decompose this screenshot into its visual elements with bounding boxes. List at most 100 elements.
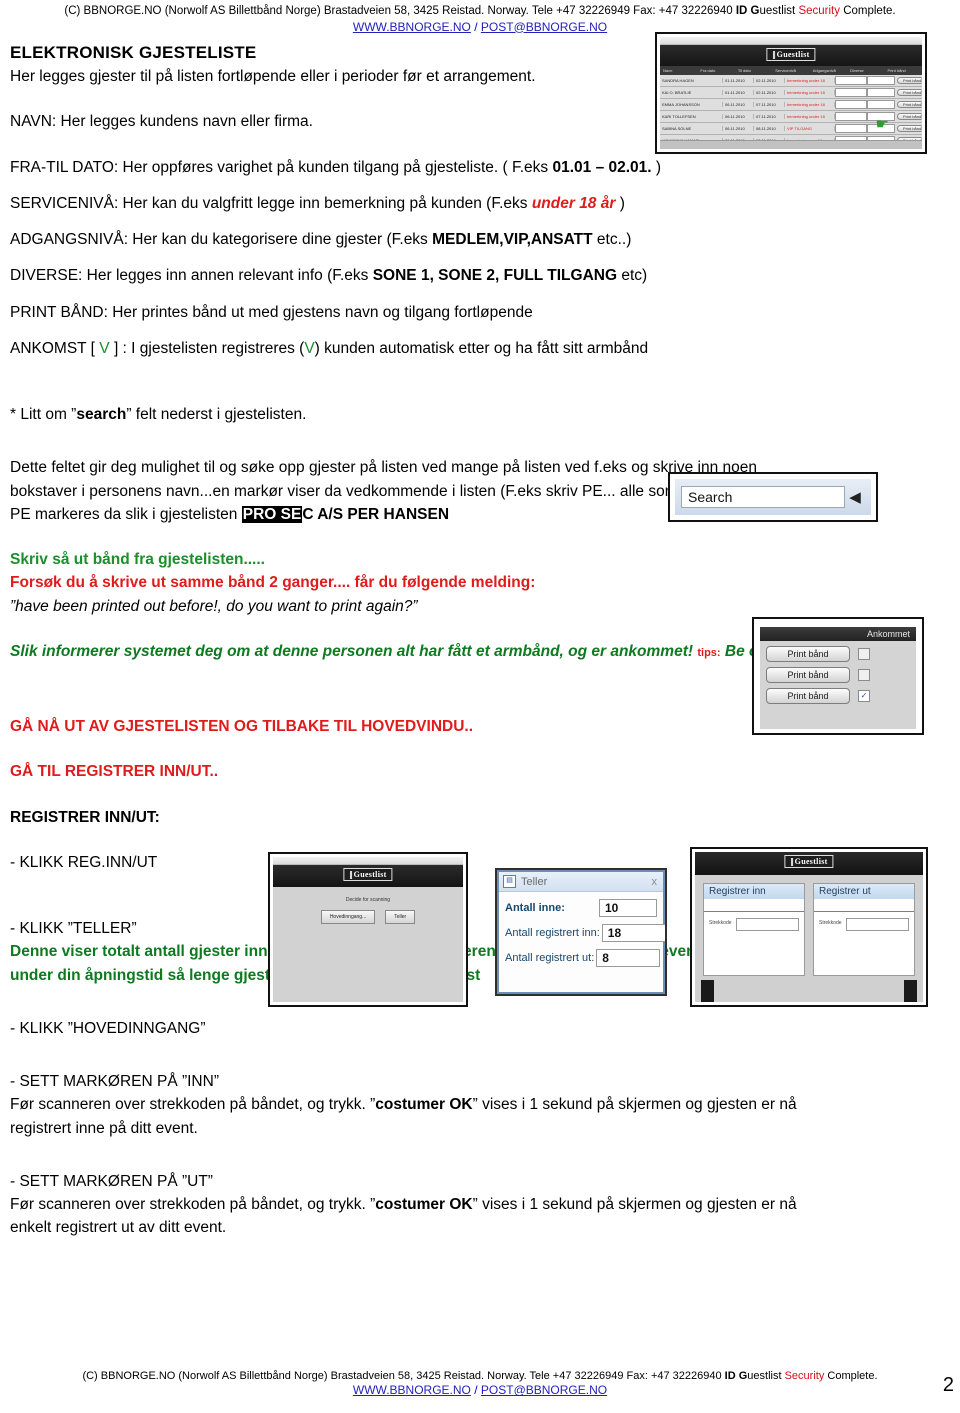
print-band-button[interactable]: Print bånd — [897, 77, 921, 84]
cell-navn: KARI TOLLEFSEN — [660, 114, 723, 119]
table-row[interactable]: SANDRA HAGEN 01.11.2010 02.11.2010 bemerkni… — [660, 75, 922, 87]
ankomst-text: ANKOMST [ V ] : I gjestelisten registrer… — [10, 337, 950, 360]
register-inn-title: Registrer inn — [704, 884, 804, 900]
antall-registrert-ut-value: 8 — [596, 949, 661, 967]
search-highlight: PRO SE — [241, 505, 303, 523]
cell-diverse-select[interactable] — [867, 76, 895, 85]
hovedinngang-window: ||| Guestlist Decide for scanning Hovedin… — [273, 857, 463, 1002]
melding-text: ”have been printed out before!, do you w… — [10, 597, 418, 615]
cell-servicenivaa: bemerkning under 18 — [785, 78, 835, 83]
cell-servicenivaa: bemerkning under 18 — [785, 114, 835, 119]
search-prev-arrow-icon[interactable]: ◀ — [845, 488, 865, 506]
search-para-l3-post: C A/S PER HANSEN — [302, 505, 450, 523]
tips-label: tips: — [697, 646, 721, 659]
footer-copyright: (C) BBNORGE.NO (Norwolf AS Billettbånd N… — [82, 1369, 725, 1382]
cell-adgangsnivaa-select[interactable] — [835, 100, 867, 109]
printband-text: PRINT BÅND: Her printes bånd ut med gjes… — [10, 303, 533, 321]
ankommet-checkbox-checked[interactable]: ✓ — [858, 690, 870, 702]
print-band-widget: Ankommet Print bånd Print bånd Print bån… — [760, 627, 916, 729]
window-titlebar — [273, 857, 463, 865]
ankomst-c: ) kunden automatisk etter og ha fått sit… — [314, 339, 649, 357]
cell-adgangsnivaa-select[interactable] — [835, 124, 867, 133]
hovedinngang-body: Decide for scanning Hovedinngang... Tell… — [273, 887, 463, 1002]
sett-markor-inn-text: - SETT MARKØREN PÅ ”INN” — [10, 1073, 219, 1091]
header-complete: Complete. — [840, 5, 896, 17]
register-ut-strip — [814, 900, 914, 912]
forsok-text: Forsøk du å skrive ut samme bånd 2 gange… — [10, 574, 536, 592]
ankomst-check-2: V — [304, 339, 315, 357]
hovedinngang-button[interactable]: Hovedinngang... — [320, 910, 376, 924]
cell-fra-dato: 01.11.2010 — [723, 78, 754, 83]
print-band-button[interactable]: Print bånd — [897, 89, 921, 96]
cell-diverse-select[interactable] — [867, 88, 895, 97]
cell-adgangsnivaa-select[interactable] — [835, 76, 867, 85]
servicenivaa-example: under 18 år — [531, 194, 616, 212]
register-window: ||| Guestlist Registrer inn Strekkode Reg… — [695, 852, 923, 1002]
email-link[interactable]: POST@BBNORGE.NO — [481, 20, 607, 34]
cell-adgangsnivaa-select[interactable] — [835, 88, 867, 97]
cell-servicenivaa: VIP TILGANG — [785, 126, 835, 131]
register-ut-strekkode-input[interactable] — [845, 918, 909, 931]
table-row[interactable]: KAI O. BRATLIE 01.11.2010 02.11.2010 bemerk… — [660, 87, 922, 99]
inn-desc-line1: Før scanneren over strekkoden på båndet,… — [10, 1093, 950, 1116]
hovedinngang-brandbar: ||| Guestlist — [273, 865, 463, 887]
footer-link-separator: / — [470, 1383, 481, 1398]
cell-adgangsnivaa-select[interactable] — [835, 112, 867, 121]
document-header: (C) BBNORGE.NO (Norwolf AS Billettbånd N… — [10, 0, 950, 20]
print-band-button[interactable]: Print bånd — [766, 646, 850, 662]
screenshot-register-window: ||| Guestlist Registrer inn Strekkode Reg… — [690, 847, 928, 1007]
register-ut-strekkode-label: Strekkode — [819, 920, 842, 926]
register-brandbar: ||| Guestlist — [695, 852, 923, 875]
cell-diverse-select[interactable] — [867, 100, 895, 109]
registrer-innut-heading: REGISTRER INN/UT: — [10, 808, 160, 826]
slik-informerer-text: Slik informerer systemet deg om at denne… — [10, 642, 694, 660]
print-row: Print bånd — [766, 667, 910, 683]
ankommet-checkbox[interactable] — [858, 648, 870, 660]
cell-servicenivaa: bemerkning under 18 — [785, 102, 835, 107]
table-row[interactable]: EMMA JOHANSSON 06.11.2010 07.11.2010 bemerk… — [660, 99, 922, 111]
close-icon[interactable]: x — [652, 876, 660, 888]
teller-window-title: Teller — [521, 875, 548, 888]
col-adgang: Adgangsnivå — [812, 68, 836, 73]
search-note-pre: * Litt om ” — [10, 406, 77, 424]
teller-row-registrert-inn: Antall registrert inn: 18 — [505, 924, 665, 942]
footer-website-link[interactable]: WWW.BBNORGE.NO — [353, 1383, 471, 1397]
footer-security: Security — [784, 1369, 825, 1382]
inn-desc-pre: Før scanneren over strekkoden på båndet,… — [10, 1096, 376, 1114]
print-band-button[interactable]: Print bånd — [766, 688, 850, 704]
guestlist-table-header: Navn Fra dato Til dato Servicenivå Adgan… — [660, 66, 922, 75]
search-note-keyword: search — [76, 406, 127, 424]
footer-email-link[interactable]: POST@BBNORGE.NO — [481, 1383, 607, 1397]
ankommet-checkbox[interactable] — [858, 669, 870, 681]
cell-fra-dato: 06.11.2010 — [723, 126, 754, 131]
print-band-button[interactable]: Print bånd — [766, 667, 850, 683]
cell-til-dato: 08.11.2010 — [754, 126, 785, 131]
register-inn-strekkode-label: Strekkode — [709, 920, 732, 926]
scan-hint-text: Decide for scanning — [345, 897, 391, 903]
guestlist-statusbar — [660, 140, 922, 149]
document-footer: (C) BBNORGE.NO (Norwolf AS Billettbånd N… — [10, 1365, 950, 1399]
website-link[interactable]: WWW.BBNORGE.NO — [353, 20, 471, 34]
header-id-bold: ID G — [735, 5, 760, 17]
hovedinngang-logo-text: Guestlist — [353, 870, 387, 879]
register-footer — [695, 976, 923, 1002]
guestlist-logo: ||| Guestlist — [766, 48, 816, 61]
register-inn-strekkode-input[interactable] — [735, 918, 799, 931]
fratil-example: 01.01 – 02.01. — [552, 158, 652, 176]
screenshot-print-band: Ankommet Print bånd Print bånd Print bån… — [752, 617, 924, 735]
antall-inne-value: 10 — [599, 899, 657, 917]
register-body: Registrer inn Strekkode Registrer ut Str… — [695, 875, 923, 976]
teller-button[interactable]: Teller — [385, 910, 416, 924]
fratil-pre: FRA-TIL DATO: Her oppføres varighet på k… — [10, 158, 553, 176]
print-row: Print bånd — [766, 646, 910, 662]
print-band-button[interactable]: Print bånd — [897, 125, 921, 132]
antall-registrert-inn-value: 18 — [601, 924, 665, 942]
window-titlebar — [660, 37, 922, 45]
cell-til-dato: 02.11.2010 — [754, 90, 785, 95]
search-note: * Litt om ”search” felt nederst i gjeste… — [10, 403, 950, 426]
search-input[interactable]: Search — [681, 486, 845, 508]
register-logo-text: Guestlist — [794, 857, 828, 866]
print-band-button[interactable]: Print bånd — [897, 101, 921, 108]
print-band-button[interactable]: Print bånd — [897, 113, 921, 120]
teller-row-antall-inne: Antall inne: 10 — [505, 899, 657, 917]
